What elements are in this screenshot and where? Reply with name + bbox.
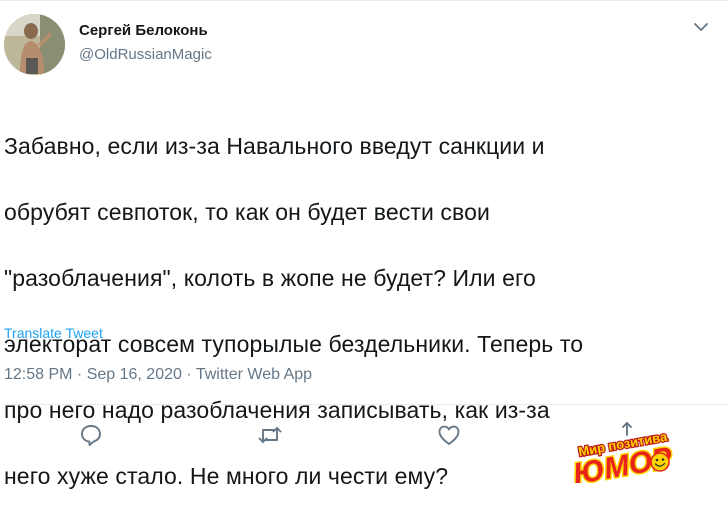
like-icon[interactable] [436, 422, 462, 448]
top-divider [0, 0, 728, 1]
tweet-text-line: электорат совсем тупорылые бездельники. … [4, 331, 584, 357]
retweet-icon[interactable] [257, 422, 283, 448]
author-display-name[interactable]: Сергей Белоконь [79, 22, 208, 39]
author-handle[interactable]: @OldRussianMagic [79, 46, 212, 63]
translate-tweet-link[interactable]: Translate Tweet [4, 325, 103, 341]
actions-divider [4, 404, 728, 405]
humor-logo-watermark: Мир позитива ЮМОР [556, 421, 696, 492]
meta-separator: · [72, 366, 87, 383]
tweet-text-line: обрубят севпоток, то как он будет вести … [4, 199, 490, 225]
tweet-date[interactable]: Sep 16, 2020 [87, 366, 182, 383]
chevron-down-icon[interactable] [693, 20, 709, 32]
reply-icon[interactable] [78, 422, 104, 448]
meta-separator: · [181, 366, 196, 383]
tweet-time[interactable]: 12:58 PM [4, 366, 72, 383]
avatar[interactable] [4, 14, 65, 75]
tweet-source[interactable]: Twitter Web App [196, 366, 312, 383]
tweet-text-line: Забавно, если из-за Навального введут са… [4, 133, 545, 159]
tweet-text-line: "разоблачения", колоть в жопе не будет? … [4, 265, 536, 291]
tweet-meta: 12:58 PM · Sep 16, 2020 · Twitter Web Ap… [4, 366, 312, 384]
